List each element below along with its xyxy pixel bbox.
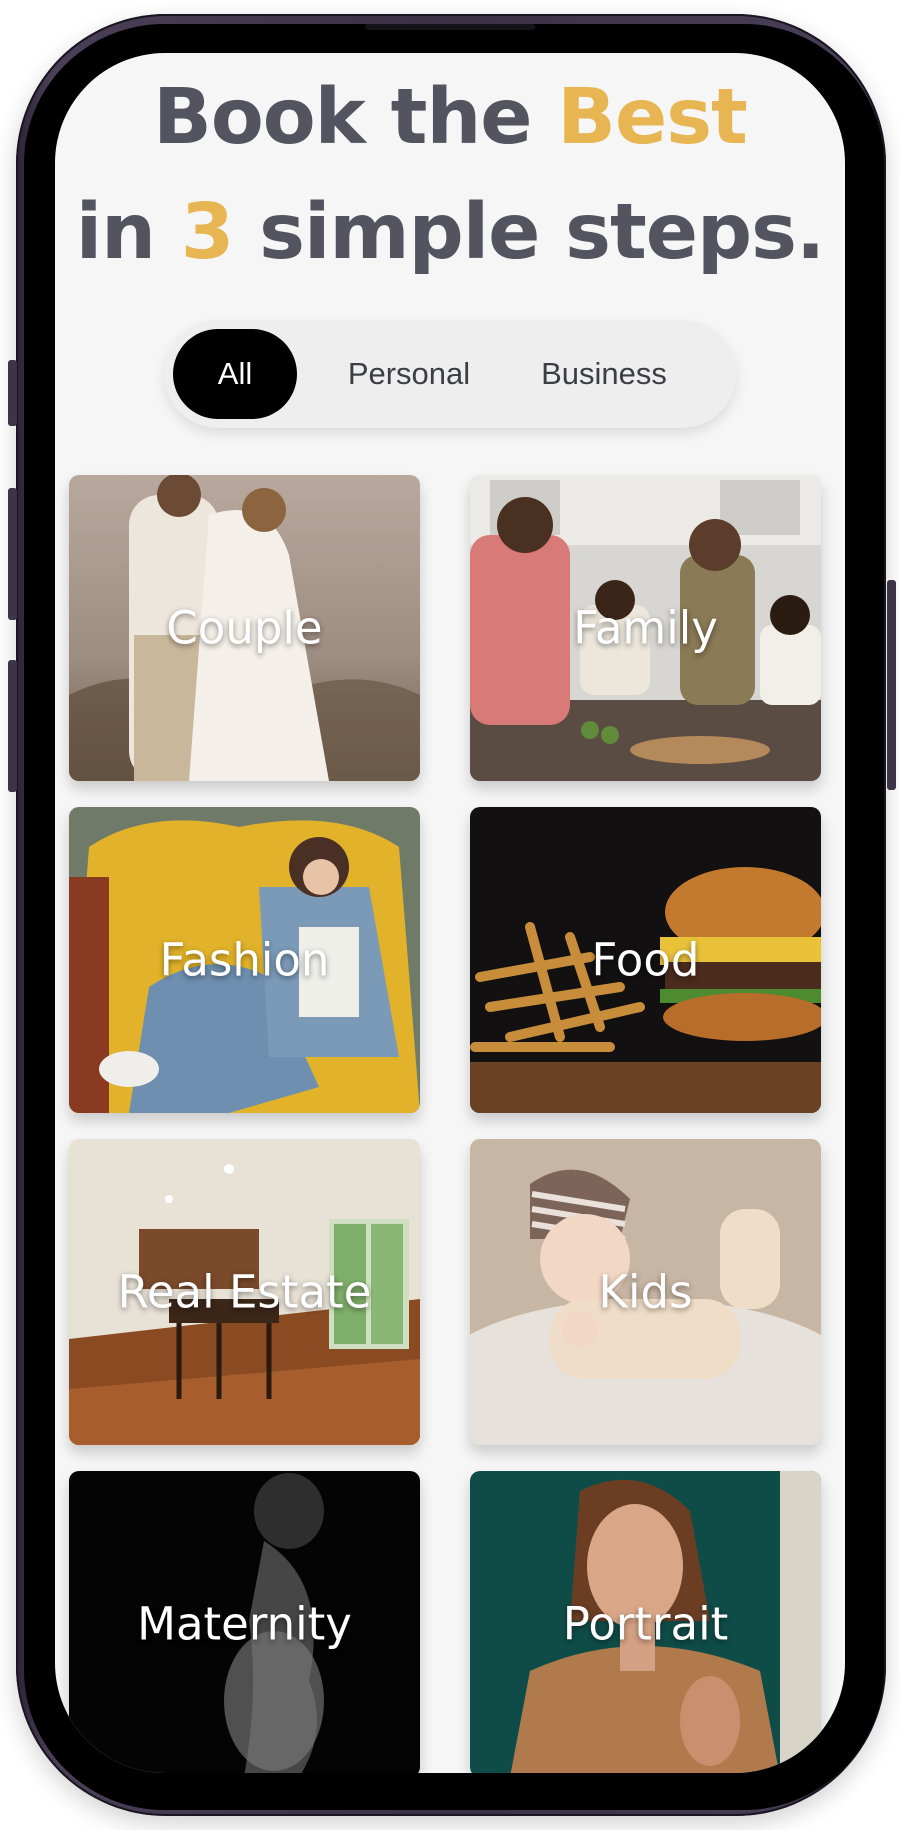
category-label: Family bbox=[573, 601, 718, 655]
headline-text: simple steps. bbox=[233, 188, 825, 277]
category-label: Maternity bbox=[137, 1597, 352, 1651]
headline-accent-best: Best bbox=[557, 73, 748, 162]
filter-tab-all[interactable]: All bbox=[173, 329, 297, 419]
category-label: Real Estate bbox=[117, 1265, 372, 1319]
category-label: Food bbox=[591, 933, 700, 987]
power-button bbox=[887, 580, 896, 790]
volume-up-button bbox=[8, 488, 17, 620]
headline-text: in bbox=[75, 188, 181, 277]
headline-line-1: Book the Best bbox=[55, 73, 845, 162]
category-label: Fashion bbox=[159, 933, 330, 987]
filter-tab-personal[interactable]: Personal bbox=[324, 329, 494, 419]
category-card-real-estate[interactable]: Real Estate bbox=[69, 1139, 420, 1445]
headline-line-2: in 3 simple steps. bbox=[55, 188, 845, 277]
volume-down-button bbox=[8, 660, 17, 792]
category-card-family[interactable]: Family bbox=[470, 475, 821, 781]
category-card-portrait[interactable]: Portrait bbox=[470, 1471, 821, 1773]
speaker-grille bbox=[365, 24, 535, 30]
category-card-maternity[interactable]: Maternity bbox=[69, 1471, 420, 1773]
silent-switch bbox=[8, 360, 17, 426]
headline-accent-number: 3 bbox=[180, 188, 235, 277]
headline-text: Book the bbox=[153, 73, 558, 162]
category-card-kids[interactable]: Kids bbox=[470, 1139, 821, 1445]
filter-tab-business[interactable]: Business bbox=[509, 329, 699, 419]
category-label: Kids bbox=[598, 1265, 693, 1319]
category-card-fashion[interactable]: Fashion bbox=[69, 807, 420, 1113]
category-label: Couple bbox=[166, 601, 323, 655]
category-card-couple[interactable]: Couple bbox=[69, 475, 420, 781]
category-label: Portrait bbox=[562, 1597, 729, 1651]
category-card-food[interactable]: Food bbox=[470, 807, 821, 1113]
category-filter: All Personal Business bbox=[164, 320, 736, 428]
app-screen: Book the Best in 3 simple steps. All Per… bbox=[55, 53, 845, 1773]
